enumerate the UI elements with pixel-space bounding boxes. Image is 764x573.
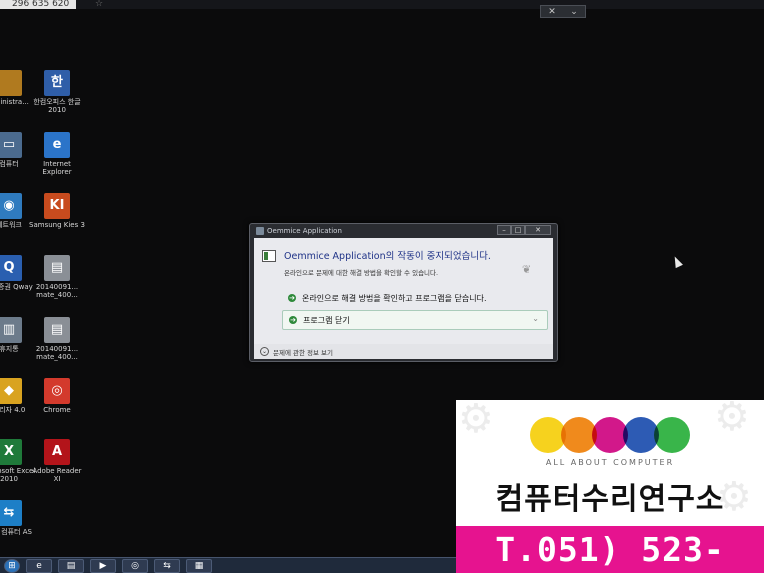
- chevron-down-icon: ⌄: [532, 314, 539, 323]
- taskbar-button[interactable]: ⇆: [154, 558, 180, 573]
- app-icon: Q: [0, 255, 22, 281]
- ad-shop-name: 컴퓨터수리연구소: [495, 482, 725, 517]
- dialog-heading: Oemmice Application의 작동이 중지되었습니다.: [284, 251, 491, 262]
- dialog-window-title: Oemmice Application: [267, 227, 342, 235]
- close-button[interactable]: ✕: [525, 225, 551, 235]
- close-program-label: 프로그램 닫기: [303, 315, 350, 325]
- minimize-button[interactable]: –: [497, 225, 511, 235]
- star-icon[interactable]: ☆: [95, 0, 103, 9]
- taskbar-button[interactable]: ◎: [122, 558, 148, 573]
- desktop-icon-label: 원격 컴퓨터 AS: [0, 528, 32, 536]
- app-icon: [0, 70, 22, 96]
- app-icon: [256, 227, 264, 235]
- desktop-icon[interactable]: e Internet Explorer: [28, 132, 86, 176]
- taskbar-button[interactable]: ▦: [186, 558, 212, 573]
- desktop-icon[interactable]: ◎ Chrome: [28, 378, 86, 414]
- check-online-label: 온라인으로 해결 방법을 확인하고 프로그램을 닫습니다.: [302, 293, 487, 303]
- desktop-icon-label: 한컴오피스 한글 2010: [33, 98, 81, 114]
- app-icon: KI: [44, 193, 70, 219]
- gear-icon: ⚙: [458, 400, 494, 442]
- desktop-icon-label: Adobe Reader XI: [32, 467, 82, 483]
- app-icon: X: [0, 439, 22, 465]
- app-icon: ▭: [0, 132, 22, 158]
- app-icon: ⇆: [0, 500, 22, 526]
- application-window-icon: [262, 250, 276, 262]
- expand-chevron-icon: ⌄: [260, 347, 269, 356]
- app-icon: e: [44, 132, 70, 158]
- desktop-icon-label: Internet Explorer: [42, 160, 72, 176]
- dialog-subtext: 온라인으로 문제에 대한 해결 방법을 확인할 수 있습니다.: [284, 269, 439, 277]
- taskbar-button[interactable]: ▤: [58, 558, 84, 573]
- desktop-icon-label: Samsung Kies 3: [29, 221, 85, 229]
- feather-icon: ❦: [522, 263, 532, 276]
- app-icon: ◆: [0, 378, 22, 404]
- dialog-titlebar: Oemmice Application: [256, 227, 342, 235]
- restore-icon[interactable]: ✕: [548, 7, 556, 17]
- app-icon: A: [44, 439, 70, 465]
- taskbar-button[interactable]: e: [26, 558, 52, 573]
- desktop-icon[interactable]: ▤ 20140091... mate_400...: [28, 317, 86, 361]
- app-icon: ▤: [44, 255, 70, 281]
- green-arrow-icon: ➔: [288, 294, 296, 302]
- app-icon: ▥: [0, 317, 22, 343]
- app-icon: 한: [44, 70, 70, 96]
- mouse-cursor: [671, 254, 683, 269]
- close-program-option[interactable]: ➔ 프로그램 닫기 ⌄: [282, 310, 548, 330]
- desktop-icon-label: 20140091... mate_400...: [35, 345, 79, 361]
- taskbar: ⊞ e ▤ ▶ ◎ ⇆ ▦: [0, 557, 458, 573]
- app-icon: ▤: [44, 317, 70, 343]
- desktop-icon-label: 20140091... mate_400...: [35, 283, 79, 299]
- gear-icon: ⚙: [714, 400, 750, 440]
- app-icon: ◉: [0, 193, 22, 219]
- ad-phone: T.051) 523-2119: [456, 526, 764, 573]
- desktop-icon-label: Chrome: [43, 406, 71, 414]
- logo-circle: [654, 417, 690, 453]
- maximize-button[interactable]: □: [511, 225, 525, 235]
- address-fragment[interactable]: 296 635 620: [0, 0, 76, 9]
- desktop-icon[interactable]: ⇆ 원격 컴퓨터 AS: [0, 500, 38, 536]
- green-arrow-icon: ➔: [289, 316, 297, 324]
- dialog-window-buttons: – □ ✕: [497, 225, 551, 235]
- problem-details-toggle[interactable]: ⌄ 문제에 관한 정보 보기: [254, 344, 553, 359]
- browser-top-strip: [0, 0, 764, 9]
- window-controls: ✕ ⌄: [540, 5, 586, 18]
- problem-details-label: 문제에 관한 정보 보기: [273, 348, 334, 357]
- desktop-icon[interactable]: 한한컴오피스 한글 2010: [28, 70, 86, 114]
- ad-tagline: ALL ABOUT COMPUTER: [545, 458, 675, 467]
- chevron-down-icon[interactable]: ⌄: [570, 7, 578, 17]
- error-dialog: Oemmice Application – □ ✕ Oemmice Applic…: [249, 223, 558, 362]
- dialog-body: Oemmice Application의 작동이 중지되었습니다. 온라인으로 …: [254, 238, 553, 344]
- desktop-icon[interactable]: A Adobe Reader XI: [28, 439, 86, 483]
- shop-advertisement: ⚙ ⚙ ⚙ ALL ABOUT COMPUTER 컴퓨터수리연구소 T.051)…: [456, 400, 764, 573]
- app-icon: ◎: [44, 378, 70, 404]
- color-circles-logo: [530, 417, 692, 453]
- check-online-option[interactable]: ➔ 온라인으로 해결 방법을 확인하고 프로그램을 닫습니다.: [282, 288, 548, 308]
- start-button[interactable]: ⊞: [4, 558, 20, 573]
- desktop-icon[interactable]: KI Samsung Kies 3: [28, 193, 86, 229]
- taskbar-button[interactable]: ▶: [90, 558, 116, 573]
- desktop-icon[interactable]: ▤ 20140091... mate_400...: [28, 255, 86, 299]
